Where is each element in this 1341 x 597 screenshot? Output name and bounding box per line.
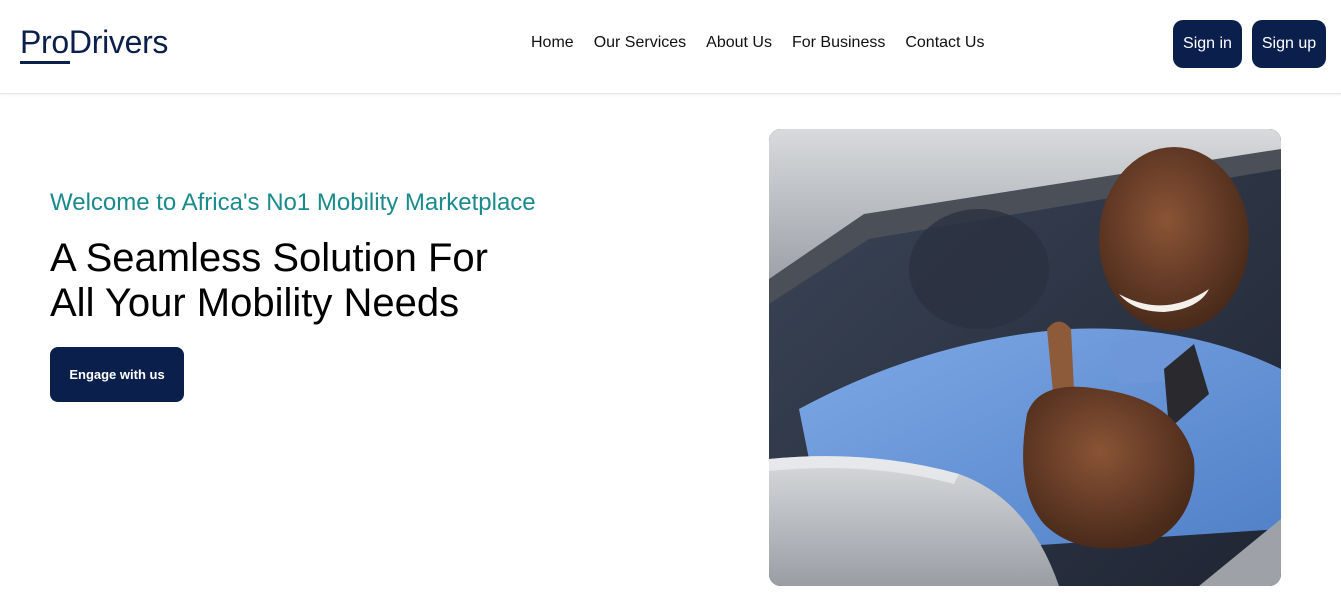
logo-underline <box>20 61 70 64</box>
sign-up-button[interactable]: Sign up <box>1252 20 1326 68</box>
hero-image <box>769 129 1281 586</box>
nav-for-business[interactable]: For Business <box>792 34 885 52</box>
main-nav: Home Our Services About Us For Business … <box>531 34 984 52</box>
nav-about-us[interactable]: About Us <box>706 34 772 52</box>
hero-tagline: Welcome to Africa's No1 Mobility Marketp… <box>50 189 536 216</box>
sign-in-button[interactable]: Sign in <box>1173 20 1242 68</box>
hero-headline-line-2: All Your Mobility Needs <box>50 281 460 325</box>
site-header: ProDrivers Home Our Services About Us Fo… <box>0 0 1341 94</box>
engage-button[interactable]: Engage with us <box>50 347 184 402</box>
nav-contact-us[interactable]: Contact Us <box>905 34 984 52</box>
nav-our-services[interactable]: Our Services <box>594 34 686 52</box>
nav-home[interactable]: Home <box>531 34 574 52</box>
hero-headline-line-1: A Seamless Solution For <box>50 236 488 280</box>
hero-headline: A Seamless Solution For All Your Mobilit… <box>50 236 610 326</box>
driver-photo-illustration <box>769 129 1281 586</box>
brand-logo[interactable]: ProDrivers <box>20 24 168 60</box>
